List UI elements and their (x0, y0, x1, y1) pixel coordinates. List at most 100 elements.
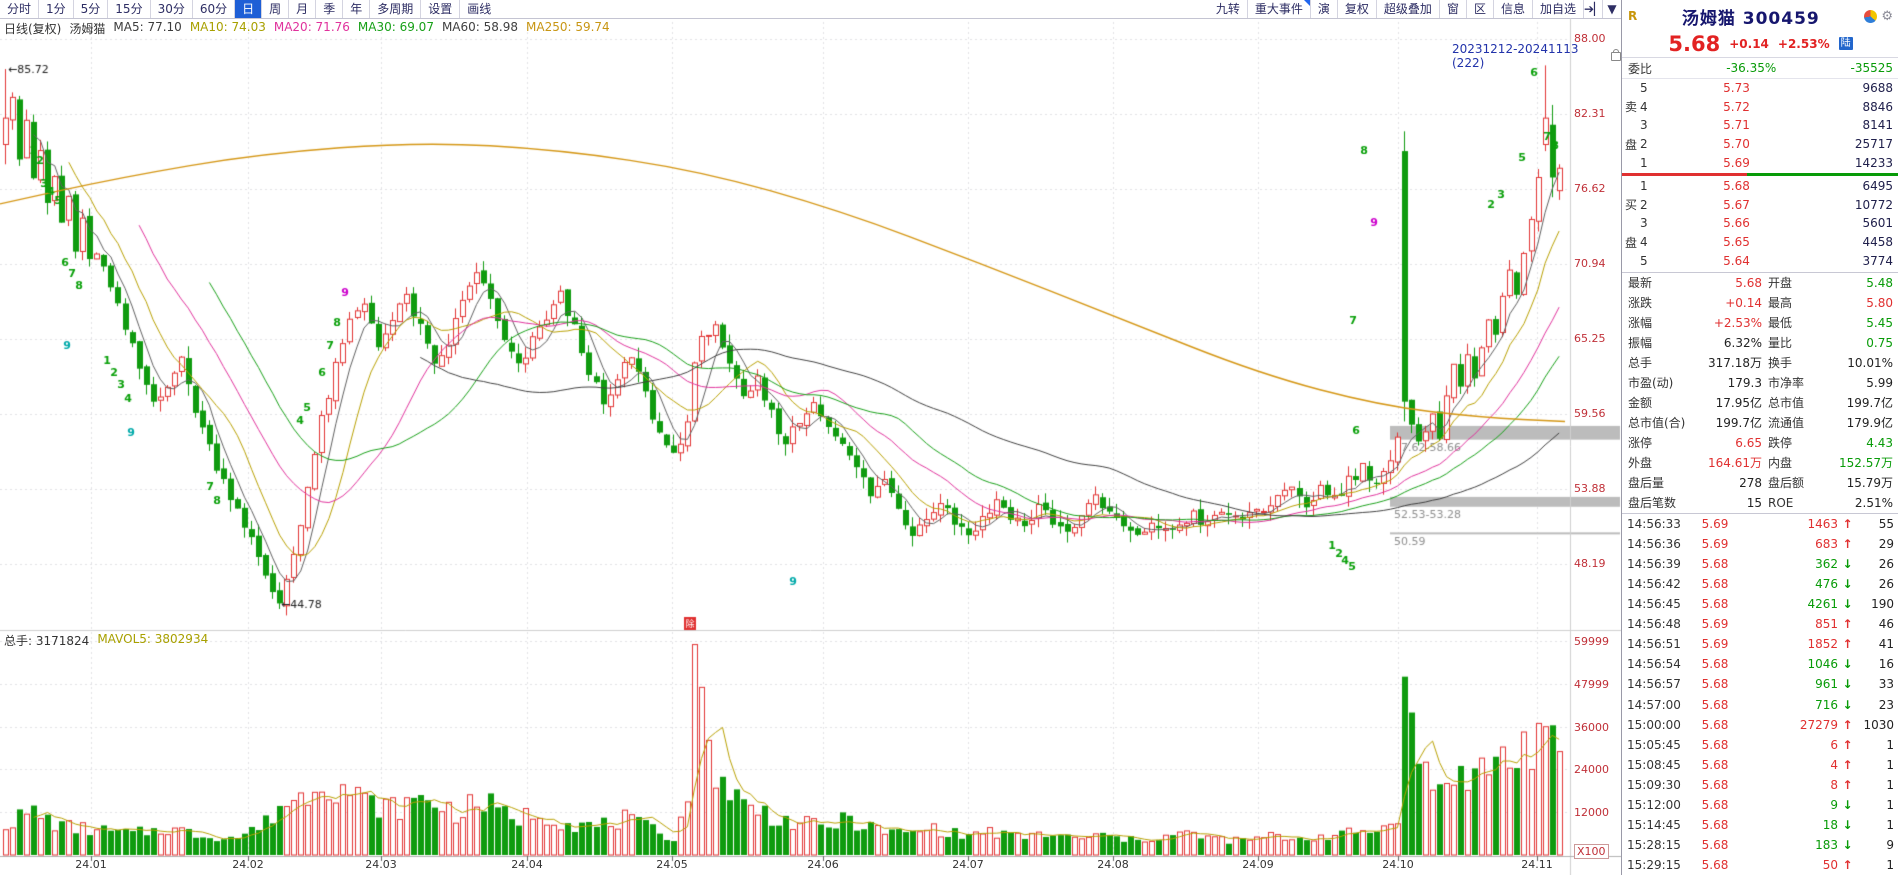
collapse-panel-icon[interactable]: ➔▏ (1583, 0, 1603, 18)
button-info[interactable]: 信息 (1492, 0, 1532, 18)
quote-panel: R 汤姆猫 300459 ⚙ 5.68 +0.14 +2.53% 陆 委比 -3… (1621, 0, 1898, 875)
order-book-row[interactable]: 3 5.66 5601 (1622, 214, 1898, 233)
trade-volume: 50 (1822, 858, 1838, 873)
trade-time: 14:57:00 (1627, 697, 1681, 712)
tool-buttons: 九转 重大事件演复权 超级叠加窗区信息 加自选 (1209, 0, 1583, 18)
up-arrow-icon: ↑ (1842, 637, 1853, 652)
trade-volume: 1463 (1807, 516, 1838, 531)
down-arrow-icon: ↓ (1842, 817, 1853, 832)
stat-label: 换手 (1768, 356, 1793, 371)
stat-value: 5.45 (1866, 315, 1893, 330)
stat-value: 179.3 (1727, 375, 1762, 390)
stat-value: 164.61万 (1708, 456, 1762, 471)
tab-60min[interactable]: 60分 (191, 0, 234, 18)
tab-week[interactable]: 周 (261, 0, 288, 18)
period-tabs: 分时 1分 5分 15分 30分 60分日周月季年多周期 设置 画线 (0, 0, 498, 18)
button-settings[interactable]: 设置 (420, 0, 459, 18)
trade-row: 15:29:15 5.68 50 ↑ 1 (1622, 855, 1898, 875)
trade-price: 5.68 (1701, 757, 1729, 772)
stat-label: 外盘 (1628, 456, 1653, 471)
trade-time: 15:05:45 (1627, 737, 1681, 752)
tab-30min[interactable]: 30分 (149, 0, 192, 18)
gear-icon[interactable]: ⚙ (1881, 10, 1893, 23)
tab-day[interactable]: 日 (234, 0, 262, 18)
trade-volume: 362 (1815, 557, 1838, 572)
stat-value: 15 (1746, 495, 1762, 510)
stat-label: 最新 (1628, 276, 1653, 291)
trade-volume: 851 (1815, 617, 1838, 632)
order-book-row[interactable]: 买 2 5.67 10772 (1622, 196, 1898, 215)
stat-label: 涨停 (1628, 436, 1653, 451)
order-book-row[interactable]: 卖 4 5.72 8846 (1622, 98, 1898, 117)
book-volume: 5601 (1862, 216, 1893, 231)
stat-value: 317.18万 (1708, 356, 1762, 371)
stat-label: 总市值 (1768, 396, 1805, 411)
tab-1min[interactable]: 1分 (38, 0, 73, 18)
book-level: 4 (1640, 99, 1648, 114)
trade-volume: 27279 (1799, 717, 1838, 732)
trade-count: 46 (1878, 617, 1894, 632)
button-nine-turn[interactable]: 九转 (1209, 0, 1247, 18)
tab-month[interactable]: 月 (288, 0, 315, 18)
stat-row: 盘后笔数 15 ROE 2.51% (1622, 493, 1898, 513)
tab-5min[interactable]: 5分 (72, 0, 108, 18)
order-book-row[interactable]: 1 5.68 6495 (1622, 177, 1898, 196)
trade-row: 14:56:42 5.68 476 ↓ 26 (1622, 574, 1898, 594)
order-book-row[interactable]: 盘 2 5.70 25717 (1622, 135, 1898, 154)
trade-volume: 18 (1822, 817, 1838, 832)
book-level: 5 (1640, 81, 1648, 96)
stat-value: 179.9亿 (1846, 416, 1893, 431)
stock-title[interactable]: 汤姆猫 300459 (1637, 4, 1864, 29)
tab-multi-period[interactable]: 多周期 (369, 0, 420, 18)
stat-label: 盘后额 (1768, 476, 1805, 491)
kline-chart-canvas[interactable] (0, 18, 1621, 875)
button-region[interactable]: 区 (1465, 0, 1493, 18)
trade-time: 15:00:00 (1627, 717, 1681, 732)
trade-volume: 9 (1830, 797, 1838, 812)
order-book-row[interactable]: 盘 4 5.65 4458 (1622, 233, 1898, 252)
button-demo[interactable]: 演 (1309, 0, 1337, 18)
trade-time: 14:56:51 (1627, 637, 1681, 652)
button-window[interactable]: 窗 (1438, 0, 1466, 18)
stat-label: 市盈(动) (1628, 376, 1674, 391)
trade-count: 16 (1878, 657, 1894, 672)
order-book-row[interactable]: 1 5.69 14233 (1622, 153, 1898, 172)
tab-minute[interactable]: 分时 (0, 0, 38, 18)
up-arrow-icon: ↑ (1842, 617, 1853, 632)
tab-quarter[interactable]: 季 (315, 0, 342, 18)
button-add-watchlist[interactable]: 加自选 (1531, 0, 1583, 18)
book-price: 5.66 (1723, 216, 1750, 231)
trade-price: 5.68 (1701, 697, 1729, 712)
trade-list[interactable]: 14:56:33 5.69 1463 ↑ 55 14:56:36 5.69 683 ↑ 29 14:… (1622, 514, 1898, 875)
trade-count: 1 (1886, 757, 1894, 772)
stat-value: 5.80 (1866, 295, 1893, 310)
stat-value: 199.7亿 (1715, 416, 1762, 431)
trade-count: 29 (1878, 537, 1894, 552)
trade-volume: 716 (1815, 697, 1838, 712)
pie-chart-icon[interactable] (1864, 9, 1878, 23)
up-arrow-icon: ↑ (1842, 717, 1853, 732)
stat-value: 10.01% (1847, 355, 1893, 370)
weibi-row: 委比 -36.35% -35525 (1622, 58, 1898, 79)
order-book-row[interactable]: 5 5.64 3774 (1622, 251, 1898, 270)
trade-price: 5.68 (1701, 597, 1729, 612)
button-super-overlay[interactable]: 超级叠加 (1375, 0, 1439, 18)
trade-row: 14:57:00 5.68 716 ↓ 23 (1622, 695, 1898, 715)
trade-row: 15:05:45 5.68 6 ↑ 1 (1622, 735, 1898, 755)
trade-row: 15:14:45 5.68 18 ↓ 1 (1622, 815, 1898, 835)
tab-year[interactable]: 年 (342, 0, 369, 18)
button-draw-line[interactable]: 画线 (459, 0, 498, 18)
book-side-char: 买 (1624, 198, 1637, 213)
up-arrow-icon: ↑ (1842, 516, 1853, 531)
trade-count: 1 (1886, 797, 1894, 812)
dropdown-icon[interactable]: ▼ (1602, 0, 1621, 18)
button-major-events[interactable]: 重大事件 (1246, 0, 1310, 18)
tab-15min[interactable]: 15分 (107, 0, 149, 18)
trade-volume: 1046 (1807, 657, 1838, 672)
button-adjust-rights[interactable]: 复权 (1336, 0, 1376, 18)
order-book-row[interactable]: 3 5.71 8141 (1622, 116, 1898, 135)
order-book-row[interactable]: 5 5.73 9688 (1622, 79, 1898, 98)
trade-volume: 4261 (1807, 597, 1838, 612)
book-volume: 3774 (1862, 253, 1893, 268)
down-arrow-icon: ↓ (1842, 577, 1853, 592)
